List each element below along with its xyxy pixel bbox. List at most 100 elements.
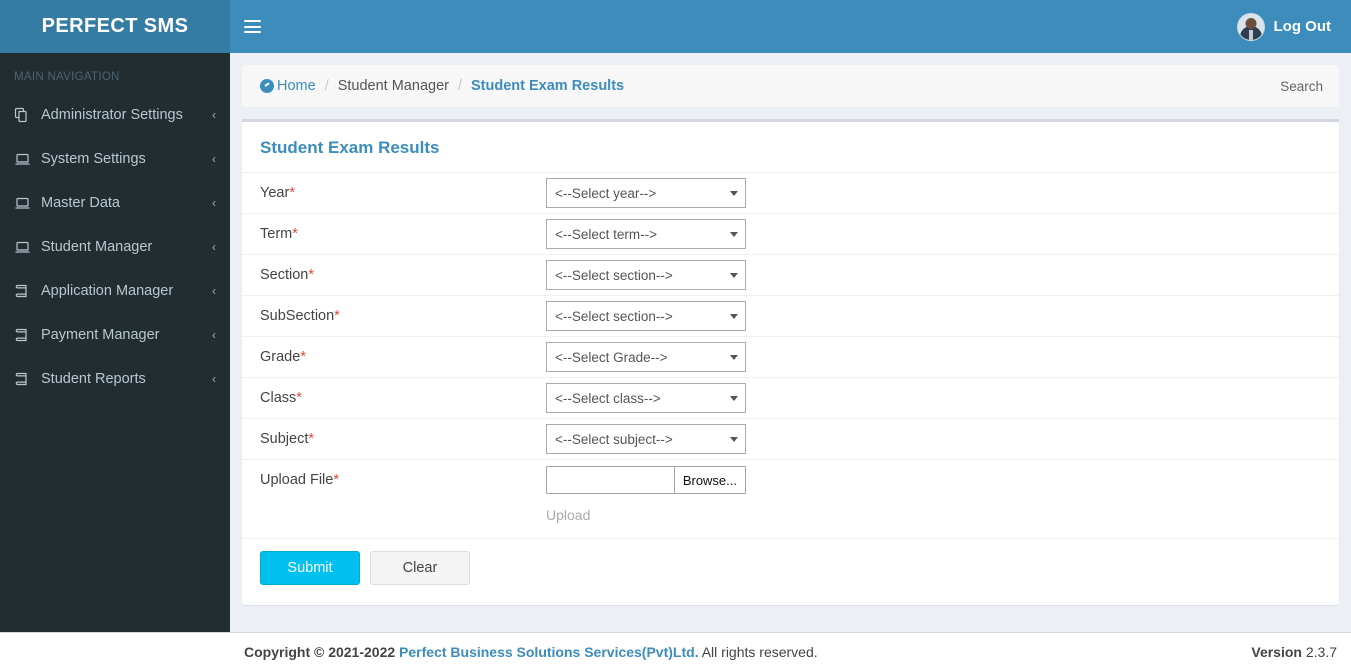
sidebar-item-label: Payment Manager — [41, 327, 160, 343]
chevron-down-icon — [730, 231, 738, 237]
sidebar-item-application-manager[interactable]: Application Manager ‹ — [0, 269, 230, 313]
chevron-down-icon — [730, 272, 738, 278]
upload-link-row: Upload — [242, 500, 1339, 530]
app-root: PERFECT SMS Log Out MAIN NAVIGATION Admi… — [0, 0, 1351, 671]
hamburger-icon[interactable] — [230, 0, 274, 53]
submit-button[interactable]: Submit — [260, 551, 360, 585]
select-class[interactable]: <--Select class--> — [546, 383, 746, 413]
footer-copyright: Copyright © 2021-2022 Perfect Business S… — [244, 644, 818, 660]
logout-button[interactable]: Log Out — [1231, 0, 1337, 53]
search-link[interactable]: Search — [1280, 79, 1323, 94]
page-title: Student Exam Results — [260, 138, 440, 157]
chevron-left-icon: ‹ — [212, 372, 216, 386]
file-path-input[interactable] — [546, 466, 674, 494]
label-section: Section* — [260, 267, 546, 283]
breadcrumb-current-page: Student Exam Results — [471, 78, 625, 94]
hamburger-glyph — [243, 20, 261, 33]
label-text: Grade — [260, 349, 301, 365]
top-bar: PERFECT SMS Log Out — [0, 0, 1351, 53]
chevron-left-icon: ‹ — [212, 196, 216, 210]
clear-button[interactable]: Clear — [370, 551, 470, 585]
select-term[interactable]: <--Select term--> — [546, 219, 746, 249]
book-icon — [14, 283, 36, 299]
label-text: Upload File — [260, 472, 334, 488]
chevron-left-icon: ‹ — [212, 284, 216, 298]
sidebar-item-student-reports[interactable]: Student Reports ‹ — [0, 357, 230, 401]
footer: Copyright © 2021-2022 Perfect Business S… — [0, 632, 1351, 671]
label-grade: Grade* — [260, 349, 546, 365]
form-row-subject: Subject* <--Select subject--> — [242, 418, 1339, 459]
book-icon — [14, 371, 36, 387]
form-row-subsection: SubSection* <--Select section--> — [242, 295, 1339, 336]
select-year-value: <--Select year--> — [555, 185, 657, 201]
copy-files-icon — [14, 107, 36, 123]
label-class: Class* — [260, 390, 546, 406]
required-marker: * — [308, 267, 315, 283]
label-text: Section — [260, 267, 309, 283]
label-term: Term* — [260, 226, 546, 242]
form-row-class: Class* <--Select class--> — [242, 377, 1339, 418]
select-year[interactable]: <--Select year--> — [546, 178, 746, 208]
breadcrumb-separator: / — [457, 78, 462, 94]
form-row-term: Term* <--Select term--> — [242, 213, 1339, 254]
avatar — [1236, 12, 1265, 41]
top-bar-right: Log Out — [230, 0, 1351, 53]
chevron-down-icon — [730, 354, 738, 360]
select-section-value: <--Select section--> — [555, 267, 673, 283]
required-marker: * — [289, 185, 295, 201]
sidebar-item-label: Student Reports — [41, 371, 146, 387]
form-row-year: Year* <--Select year--> — [242, 172, 1339, 213]
sidebar-item-master-data[interactable]: Master Data ‹ — [0, 181, 230, 225]
content-area: Home / Student Manager / Student Exam Re… — [230, 53, 1351, 632]
breadcrumb: Home / Student Manager / Student Exam Re… — [242, 65, 1339, 107]
required-marker: * — [300, 349, 306, 365]
breadcrumb-student-manager[interactable]: Student Manager — [338, 78, 449, 94]
select-grade[interactable]: <--Select Grade--> — [546, 342, 746, 372]
select-subsection[interactable]: <--Select section--> — [546, 301, 746, 331]
footer-copyright-prefix: Copyright © 2021-2022 — [244, 644, 396, 660]
chevron-left-icon: ‹ — [212, 240, 216, 254]
label-subsection: SubSection* — [260, 308, 546, 324]
breadcrumb-trail: Home / Student Manager / Student Exam Re… — [260, 78, 624, 94]
breadcrumb-home-link[interactable]: Home — [260, 78, 316, 94]
upload-button[interactable]: Upload — [546, 507, 590, 523]
chevron-down-icon — [730, 313, 738, 319]
sidebar: MAIN NAVIGATION Administrator Settings ‹… — [0, 53, 230, 632]
sidebar-section-label: MAIN NAVIGATION — [14, 71, 120, 83]
footer-company-link[interactable]: Perfect Business Solutions Services(Pvt)… — [399, 644, 699, 660]
laptop-icon — [14, 239, 36, 255]
footer-version: Version 2.3.7 — [1251, 644, 1337, 660]
browse-button[interactable]: Browse... — [673, 466, 746, 494]
select-subject[interactable]: <--Select subject--> — [546, 424, 746, 454]
laptop-icon — [14, 151, 36, 167]
select-class-value: <--Select class--> — [555, 390, 661, 406]
sidebar-item-label: Master Data — [41, 195, 120, 211]
required-marker: * — [334, 308, 340, 324]
sidebar-item-administrator-settings[interactable]: Administrator Settings ‹ — [0, 93, 230, 137]
sidebar-item-label: Student Manager — [41, 239, 153, 255]
sidebar-item-label: Application Manager — [41, 283, 174, 299]
footer-rights: All rights reserved. — [701, 644, 818, 660]
label-text: SubSection — [260, 308, 335, 324]
chevron-left-icon: ‹ — [212, 108, 216, 122]
label-year: Year* — [260, 185, 546, 201]
select-subject-value: <--Select subject--> — [555, 431, 673, 447]
label-text: Class — [260, 390, 297, 406]
label-upload-file: Upload File* — [260, 472, 546, 488]
chevron-left-icon: ‹ — [212, 152, 216, 166]
sidebar-item-student-manager[interactable]: Student Manager ‹ — [0, 225, 230, 269]
breadcrumb-home-label: Home — [277, 78, 316, 94]
select-section[interactable]: <--Select section--> — [546, 260, 746, 290]
sidebar-item-payment-manager[interactable]: Payment Manager ‹ — [0, 313, 230, 357]
footer-version-number: 2.3.7 — [1305, 644, 1337, 660]
select-term-value: <--Select term--> — [555, 226, 658, 242]
brand-logo[interactable]: PERFECT SMS — [0, 0, 230, 53]
form-row-grade: Grade* <--Select Grade--> — [242, 336, 1339, 377]
sidebar-item-label: Administrator Settings — [41, 107, 183, 123]
brand-title: PERFECT SMS — [41, 15, 189, 37]
sidebar-item-system-settings[interactable]: System Settings ‹ — [0, 137, 230, 181]
laptop-icon — [14, 195, 36, 211]
required-marker: * — [292, 226, 298, 242]
label-text: Term — [260, 226, 293, 242]
form-row-upload-file: Upload File* Browse... — [242, 459, 1339, 500]
